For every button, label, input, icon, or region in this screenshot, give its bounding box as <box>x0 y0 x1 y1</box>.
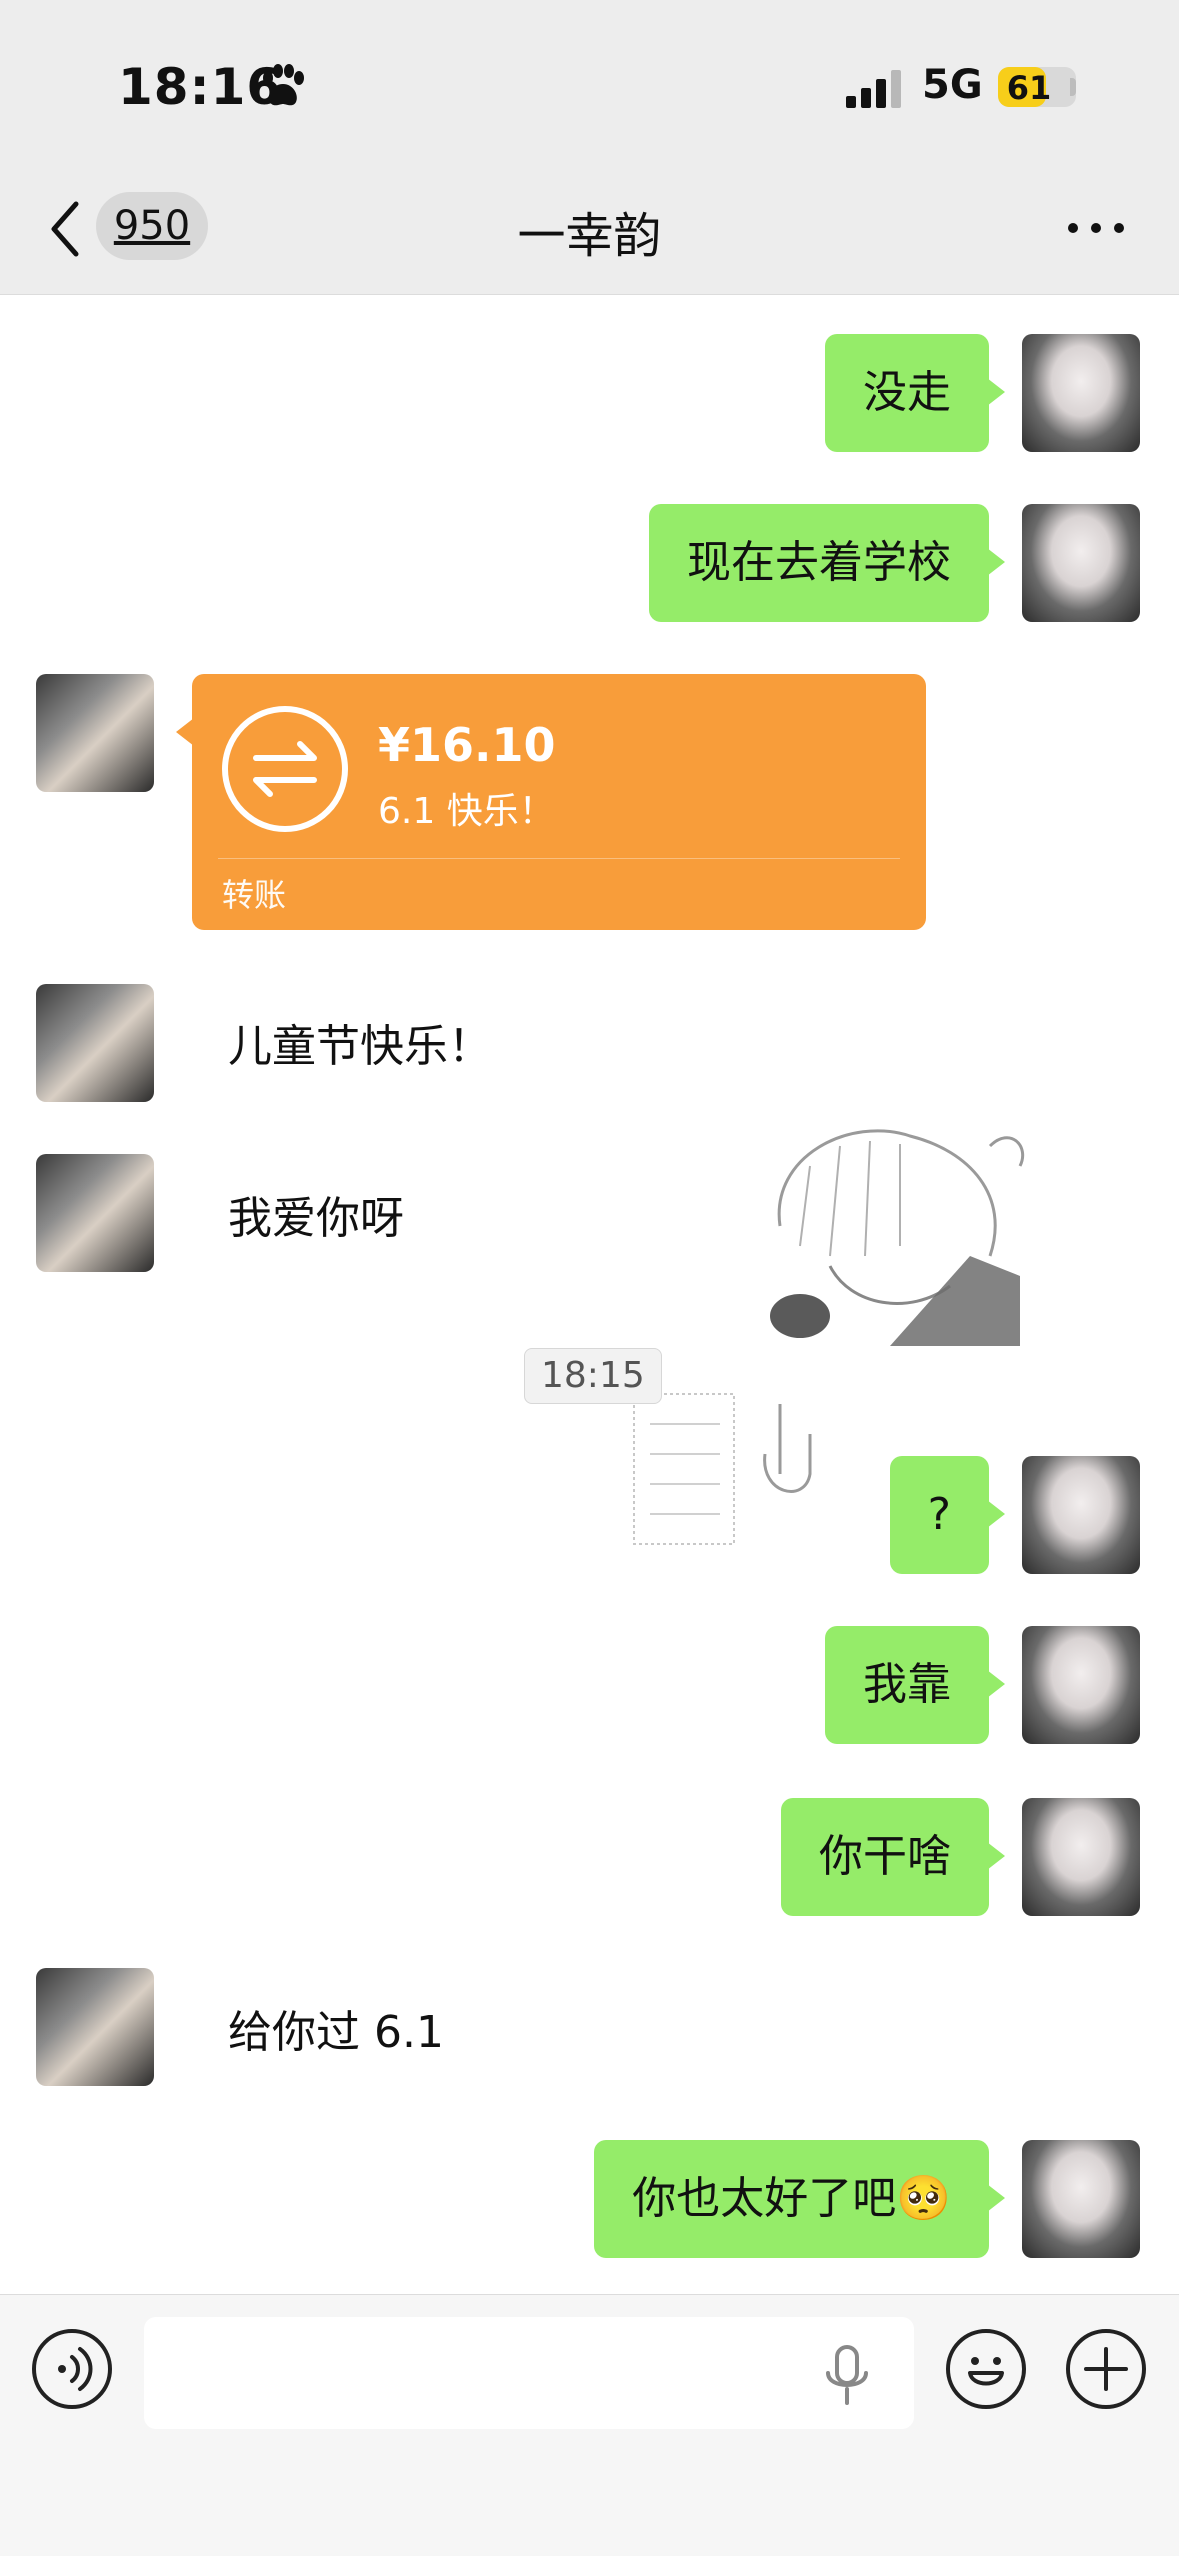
my-avatar[interactable] <box>1022 1626 1140 1744</box>
contact-avatar[interactable] <box>36 674 154 792</box>
transfer-note: 6.1 快乐！ <box>378 791 555 832</box>
battery-level: 61 <box>1006 69 1052 107</box>
transfer-icon <box>222 706 348 832</box>
message-bubble-me[interactable]: 我靠 <box>825 1626 1005 1744</box>
my-avatar[interactable] <box>1022 504 1140 622</box>
my-avatar[interactable] <box>1022 1456 1140 1574</box>
my-avatar[interactable] <box>1022 334 1140 452</box>
message-input[interactable] <box>144 2317 914 2429</box>
transfer-amount: ¥16.10 <box>378 718 556 772</box>
contact-avatar[interactable] <box>36 1968 154 2086</box>
message-bubble-me[interactable]: 你干啥 <box>781 1798 1005 1916</box>
divider <box>218 858 900 859</box>
paw-icon <box>263 64 304 106</box>
message-bubble-other[interactable]: 儿童节快乐！ <box>228 1010 492 1074</box>
battery-icon: 61 <box>998 67 1076 107</box>
contact-avatar[interactable] <box>36 1154 154 1272</box>
my-avatar[interactable] <box>1022 2140 1140 2258</box>
sticker-image <box>740 1106 1040 1362</box>
message-timestamp: 18:15 <box>524 1348 662 1404</box>
chat-header: 950 一幸韵 <box>0 170 1179 295</box>
contact-avatar[interactable] <box>36 984 154 1102</box>
input-bar <box>0 2294 1179 2556</box>
more-icon[interactable] <box>1068 220 1124 236</box>
message-bubble-other[interactable]: 给你过 6.1 <box>228 1996 444 2060</box>
message-list[interactable]: 没走 现在去着学校 ¥16.10 6.1 快乐！ 转账 儿童节快乐！ 我爱你呀 … <box>0 296 1179 2294</box>
message-bubble-other[interactable]: 我爱你呀 <box>228 1182 404 1246</box>
transfer-label: 转账 <box>222 876 287 914</box>
message-bubble-me[interactable]: 没走 <box>825 334 1005 452</box>
microphone-icon[interactable] <box>822 2345 872 2407</box>
message-bubble-me[interactable]: 你也太好了吧🥺 <box>594 2140 1005 2258</box>
network-type: 5G <box>922 62 983 108</box>
my-avatar[interactable] <box>1022 1798 1140 1916</box>
status-bar: 18:16 5G 61 <box>0 0 1179 170</box>
battery-tip <box>1070 78 1076 96</box>
chat-title: 一幸韵 <box>517 208 662 264</box>
message-bubble-me[interactable]: ? <box>889 1456 1006 1574</box>
signal-icon <box>846 70 901 108</box>
voice-icon[interactable] <box>32 2329 112 2409</box>
transfer-card[interactable]: ¥16.10 6.1 快乐！ 转账 <box>176 674 926 930</box>
message-bubble-me[interactable]: 现在去着学校 <box>649 504 1005 622</box>
plus-icon[interactable] <box>1066 2329 1146 2409</box>
emoji-icon[interactable] <box>946 2329 1026 2409</box>
